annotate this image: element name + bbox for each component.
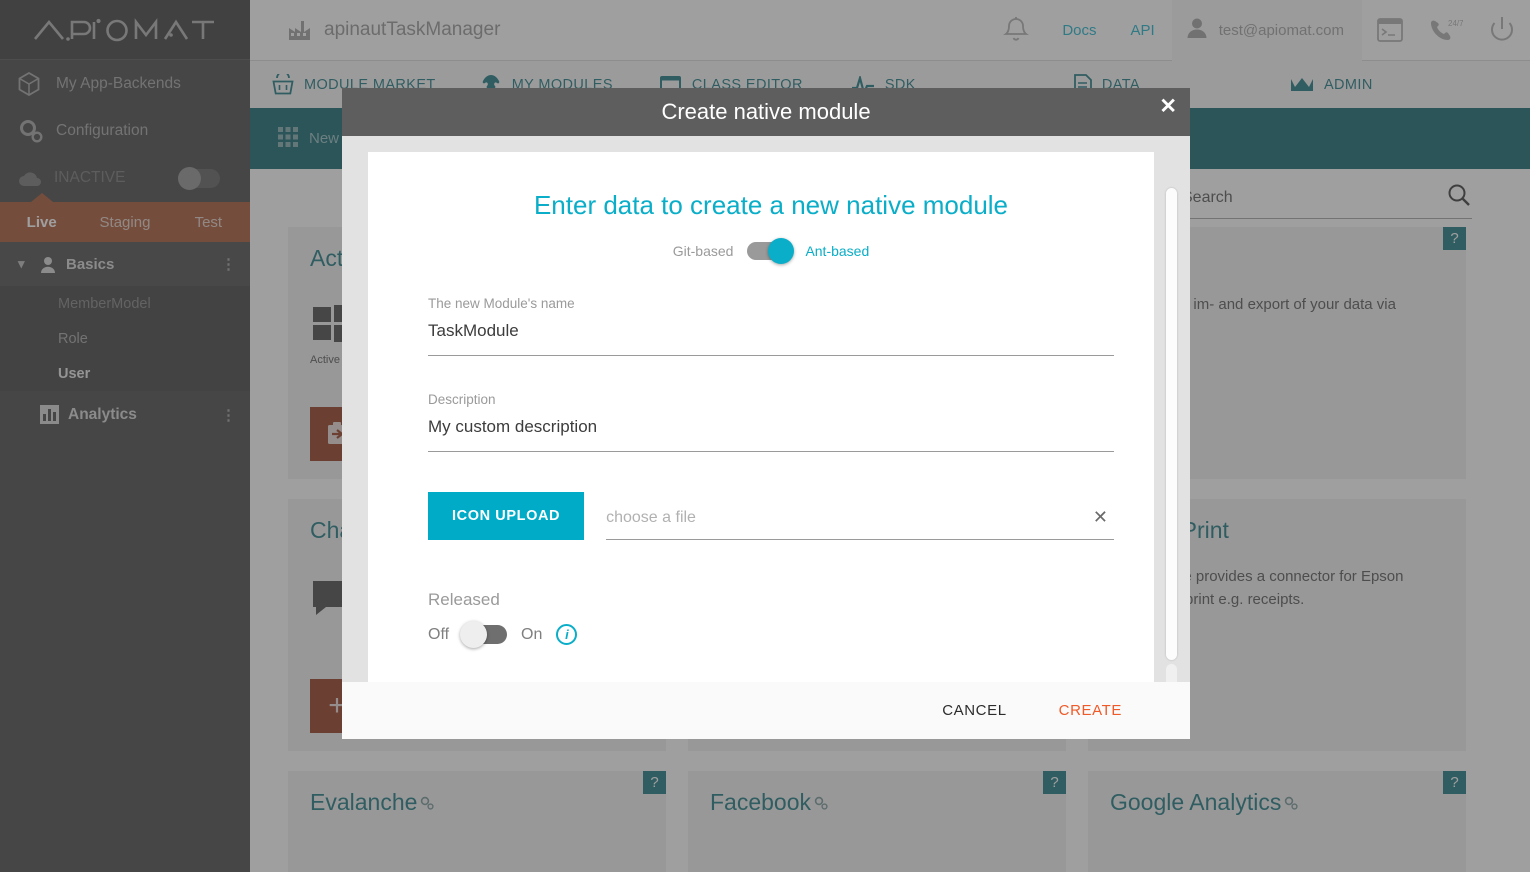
dialog-body: Enter data to create a new native module… xyxy=(342,136,1190,682)
module-name-label: The new Module's name xyxy=(428,296,575,311)
build-type-toggle[interactable] xyxy=(747,238,795,264)
released-label: Released xyxy=(428,590,500,609)
info-icon[interactable]: i xyxy=(556,624,578,645)
module-description-input[interactable]: My custom description xyxy=(428,407,1114,452)
module-name-field[interactable]: The new Module's name TaskModule xyxy=(428,296,1114,356)
dialog-footer: CANCEL CREATE xyxy=(342,682,1190,739)
released-off-label: Off xyxy=(428,625,450,643)
dialog-header: Create native module ✕ xyxy=(342,88,1190,136)
icon-upload-button[interactable]: ICON UPLOAD xyxy=(428,492,585,540)
dialog-scrollbar[interactable] xyxy=(1166,188,1177,682)
toggle-knob xyxy=(460,621,488,648)
icon-upload-row: ICON UPLOAD choose a file ✕ xyxy=(428,492,1114,540)
cancel-button[interactable]: CANCEL xyxy=(942,702,1006,719)
create-button[interactable]: CREATE xyxy=(1059,702,1122,719)
dialog-sheet: Enter data to create a new native module… xyxy=(368,152,1154,682)
scrollbar-thumb[interactable] xyxy=(1166,188,1177,660)
module-name-input[interactable]: TaskModule xyxy=(428,311,1114,356)
scrollbar-track[interactable] xyxy=(1166,664,1177,682)
close-icon[interactable]: ✕ xyxy=(1159,96,1177,117)
released-block: Released Off On i xyxy=(428,590,1114,648)
clear-file-icon[interactable]: ✕ xyxy=(1093,507,1114,528)
module-description-field[interactable]: Description My custom description xyxy=(428,392,1114,452)
create-native-module-dialog: Create native module ✕ Enter data to cre… xyxy=(342,88,1190,739)
build-type-switch-row: Git-based Ant-based xyxy=(428,238,1114,264)
released-on-label: On xyxy=(521,625,543,643)
file-input[interactable]: choose a file ✕ xyxy=(606,507,1114,540)
dialog-title: Create native module xyxy=(661,99,871,124)
released-toggle[interactable] xyxy=(460,621,508,648)
dialog-subtitle: Enter data to create a new native module xyxy=(533,190,1009,220)
toggle-knob xyxy=(768,238,795,264)
build-type-right-label: Ant-based xyxy=(805,243,870,259)
released-row: Off On i xyxy=(428,621,1114,648)
module-description-label: Description xyxy=(428,392,496,407)
build-type-left-label: Git-based xyxy=(672,243,734,259)
file-input-placeholder: choose a file xyxy=(606,508,696,526)
